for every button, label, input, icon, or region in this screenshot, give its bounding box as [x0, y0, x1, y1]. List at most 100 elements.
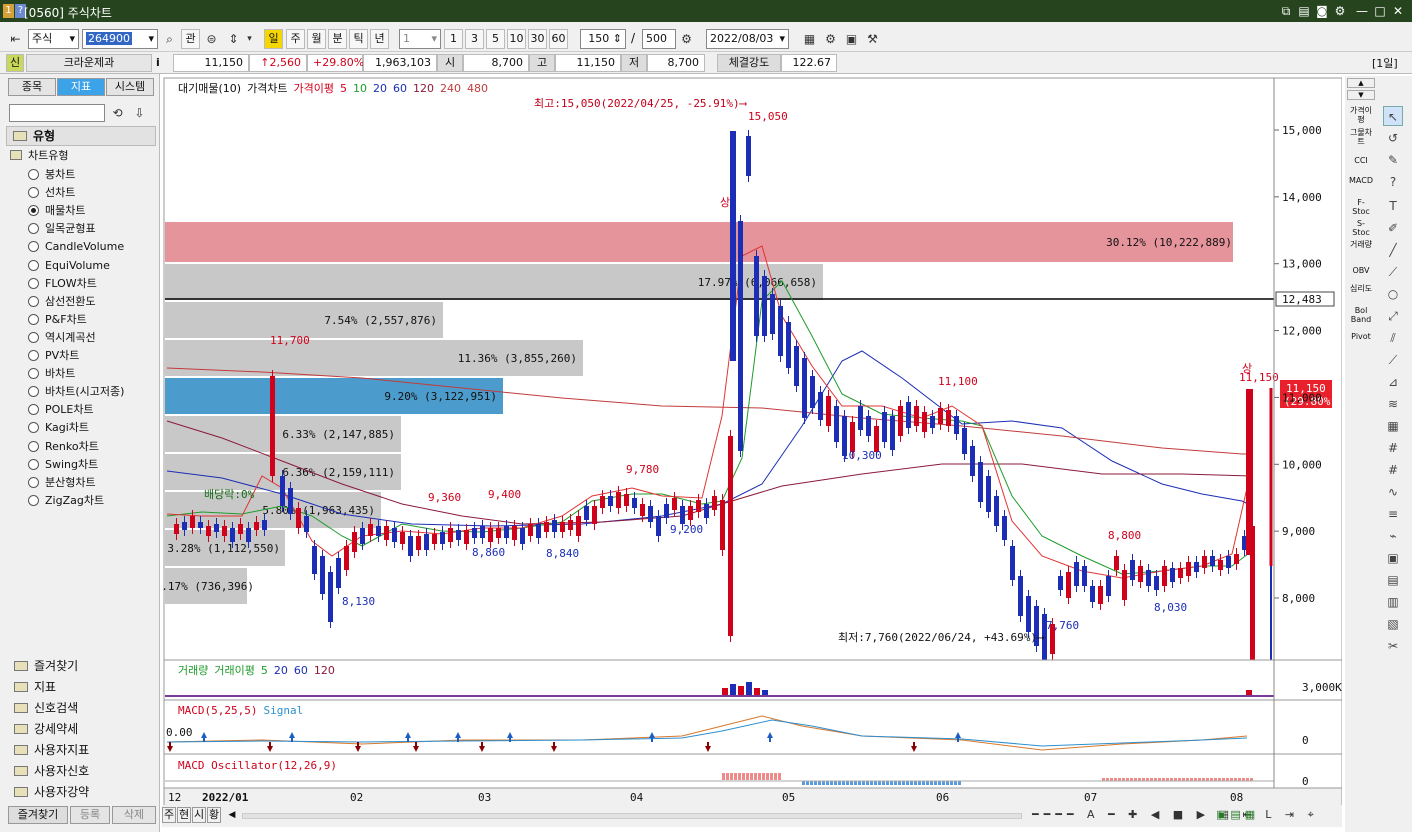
chart-type-item[interactable]: 봉차트 [28, 166, 75, 184]
minute-60[interactable]: 60 [549, 29, 568, 49]
chart-type-item[interactable]: P&F차트 [28, 311, 87, 329]
chart-type-item[interactable]: 매물차트 [28, 202, 85, 220]
indicator-obv[interactable]: OBV [1349, 266, 1373, 275]
chart-type-item[interactable]: 분산형차트 [28, 474, 96, 492]
indicator-sstoc[interactable]: S-Stoc [1349, 219, 1373, 237]
btn-ju[interactable]: 주 [162, 807, 176, 823]
minute-10[interactable]: 10 [507, 29, 526, 49]
chart-type-item[interactable]: CandleVolume [28, 238, 124, 256]
bottom-tab-favorites[interactable]: 즐겨찾기 [8, 806, 68, 824]
radio-button[interactable] [28, 205, 39, 217]
indicator-grid[interactable]: 그물차트 [1349, 128, 1373, 148]
tab-stock[interactable]: 종목 [8, 78, 56, 96]
doc-icon[interactable]: ▤ [1383, 570, 1403, 590]
channel-icon[interactable]: ⫽ [1383, 328, 1403, 348]
radio-button[interactable] [28, 295, 39, 307]
camera-icon[interactable]: ◙ [1314, 3, 1330, 19]
radio-button[interactable] [28, 422, 39, 434]
period-minute[interactable]: 분 [328, 29, 347, 49]
scroll-up-icon[interactable]: ▲ [1347, 78, 1375, 88]
link-icon[interactable]: ⧉ [1278, 3, 1294, 19]
chart-type-item[interactable]: PV차트 [28, 347, 79, 365]
type-section[interactable]: 유형 [6, 126, 156, 146]
chart-type-item[interactable]: 바차트(시고저종) [28, 383, 124, 401]
line-icon[interactable]: ╱ [1383, 240, 1403, 260]
chart-area[interactable]: 30.12% (10,222,889) 17.97% (6,066,658) 7.5… [162, 76, 1342, 832]
chart-type-item[interactable]: Renko차트 [28, 438, 99, 456]
chart-type-item[interactable]: 삼선전환도 [28, 293, 96, 311]
zoom-controls[interactable]: ━━━━ A ━ ✚ ◀ ■ ▶ ▤ ⇤ L ⇥ ⌖ [1032, 808, 1319, 822]
cycle-icon[interactable]: # [1383, 460, 1403, 480]
radio-button[interactable] [28, 494, 39, 506]
btn-hwang[interactable]: 황 [207, 807, 221, 823]
radio-button[interactable] [28, 313, 39, 325]
search-input[interactable] [9, 104, 105, 122]
tab-system[interactable]: 시스템 [106, 78, 154, 96]
interval-select[interactable]: 1 ▾ [399, 29, 441, 49]
scroll-down-icon[interactable]: ▼ [1347, 90, 1375, 100]
tab-indicator[interactable]: 지표 [57, 78, 105, 96]
radio-button[interactable] [28, 476, 39, 488]
period-year[interactable]: 년 [370, 29, 389, 49]
radio-button[interactable] [28, 259, 39, 271]
code-input[interactable]: 264900 ▾ [82, 29, 158, 49]
radio-button[interactable] [28, 187, 39, 199]
minute-1[interactable]: 1 [444, 29, 463, 49]
radio-button[interactable] [28, 368, 39, 380]
fibo-icon[interactable]: ≋ [1383, 394, 1403, 414]
folder-user-strength[interactable]: 사용자강약 [14, 782, 160, 802]
wrench-icon[interactable]: ✂ [1383, 636, 1403, 656]
gann-icon[interactable]: ⟋ [1383, 350, 1403, 370]
chart-type-item[interactable]: FLOW차트 [28, 275, 97, 293]
settings-icon[interactable]: ⚙ [1332, 3, 1348, 19]
total-input[interactable]: 500 [642, 29, 676, 49]
text-icon[interactable]: T [1383, 196, 1403, 216]
dropdown-icon[interactable]: ▾ [240, 29, 259, 49]
btn-si[interactable]: 시 [192, 807, 206, 823]
pattern-icon[interactable]: ▧ [1383, 614, 1403, 634]
save-window-icon[interactable]: ▤ [1296, 3, 1312, 19]
auto-icon[interactable]: ⌁ [1383, 526, 1403, 546]
scroll-left-icon[interactable]: ◀ [225, 807, 239, 823]
indicator-volume[interactable]: 거래량 [1349, 240, 1373, 249]
export-icons[interactable]: ▣▤▦ [1216, 808, 1259, 821]
radio-button[interactable] [28, 404, 39, 416]
chart-type-item[interactable]: 역시계곡선 [28, 329, 96, 347]
period-week[interactable]: 주 [286, 29, 305, 49]
radio-button[interactable] [28, 458, 39, 470]
kwan-button[interactable]: 관 [181, 29, 200, 49]
period-tick[interactable]: 틱 [349, 29, 368, 49]
wave-icon[interactable]: ∿ [1383, 482, 1403, 502]
bottom-tab-delete[interactable]: 삭제 [112, 806, 156, 824]
chart-type-item[interactable]: ZigZag차트 [28, 492, 104, 510]
indicator-cci[interactable]: CCI [1349, 156, 1373, 165]
chart-type-item[interactable]: 바차트 [28, 365, 75, 383]
undo-icon[interactable]: ↺ [1383, 128, 1403, 148]
window-icon[interactable]: ▣ [1383, 548, 1403, 568]
chart-type-item[interactable]: POLE차트 [28, 401, 94, 419]
maximize-icon[interactable]: □ [1372, 3, 1388, 19]
chart-svg[interactable]: 30.12% (10,222,889)17.97% (6,066,658)7.5… [162, 76, 1342, 806]
indicator-macd[interactable]: MACD [1349, 176, 1373, 185]
chart-type-item[interactable]: Swing차트 [28, 456, 98, 474]
radio-button[interactable] [28, 241, 39, 253]
andrew-icon[interactable]: # [1383, 438, 1403, 458]
minute-30[interactable]: 30 [528, 29, 547, 49]
radio-button[interactable] [28, 440, 39, 452]
chart-type-item[interactable]: Kagi차트 [28, 419, 89, 437]
market-select[interactable]: 주식 ▾ [28, 29, 79, 49]
download-icon[interactable]: ⇩ [130, 103, 149, 123]
folder-favorites[interactable]: 즐겨찾기 [14, 656, 160, 676]
indicator-pivot[interactable]: Pivot [1349, 332, 1373, 341]
refresh-icon[interactable]: ⊜ [202, 29, 221, 49]
minute-5[interactable]: 5 [486, 29, 505, 49]
minute-3[interactable]: 3 [465, 29, 484, 49]
folder-user-signal[interactable]: 사용자신호 [14, 761, 160, 781]
refresh-icon[interactable]: ⟲ [108, 103, 127, 123]
radio-button[interactable] [28, 350, 39, 361]
radio-button[interactable] [28, 277, 39, 289]
ruler-icon[interactable]: ⟋ [1383, 262, 1403, 282]
stock-name[interactable]: 크라운제과 [26, 54, 152, 72]
folder-strength[interactable]: 강세약세 [14, 719, 160, 739]
indicator-bolband[interactable]: Bol Band [1349, 306, 1373, 324]
